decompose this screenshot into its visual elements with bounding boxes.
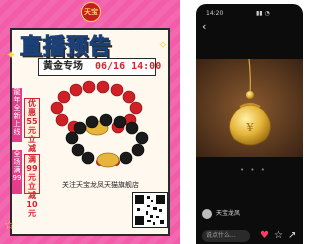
- share-icon[interactable]: ↗: [288, 230, 296, 241]
- brand-logo: 天宝: [81, 2, 101, 22]
- poster-title: 直播预告: [19, 34, 113, 60]
- decor-star-icon: ✧: [158, 38, 169, 52]
- promo-badge-bottom: 满99元立减10元: [24, 154, 40, 218]
- status-time: 14:20: [206, 10, 224, 17]
- poster-time: 06/16 14:00: [95, 61, 162, 72]
- svg-text:¥: ¥: [246, 121, 255, 134]
- status-icons: ▮▮ ◔: [256, 10, 270, 17]
- bracelet-image: [50, 80, 149, 168]
- gold-pendant-photo[interactable]: ¥: [196, 59, 303, 157]
- comment-input[interactable]: 说点什么...: [202, 230, 250, 242]
- username[interactable]: 天宝龙凤: [216, 209, 240, 219]
- poster-topic: 黄金专场: [43, 61, 83, 72]
- favorite-star-icon[interactable]: ☆: [274, 230, 283, 241]
- decor-star-icon: ☆: [4, 218, 15, 232]
- promo-band-top: 龍年全新上线: [12, 88, 22, 142]
- avatar[interactable]: [202, 209, 212, 219]
- qr-code[interactable]: [132, 192, 168, 228]
- promo-band-bottom: 全场满99: [12, 150, 22, 194]
- carousel-dots: • • •: [240, 166, 267, 174]
- live-preview-poster: 天宝 ✦ ✧ ☆ 直播预告 直播预告 黄金专场 06/16 14:00 龍年全新…: [0, 0, 180, 244]
- back-arrow-icon[interactable]: ‹: [202, 20, 206, 33]
- heart-icon[interactable]: ♥: [260, 230, 269, 241]
- gap: [180, 0, 196, 244]
- poster-caption: 关注天宝龙凤天猫旗舰店: [62, 181, 139, 189]
- phone-screen: 14:20 ▮▮ ◔ ‹ ¥ • • • 天宝龙凤 说点什么... ♥ ☆ ↗: [196, 4, 303, 244]
- decor-star-icon: ✦: [6, 48, 17, 62]
- promo-badge-top: 优惠55元立减: [24, 98, 40, 153]
